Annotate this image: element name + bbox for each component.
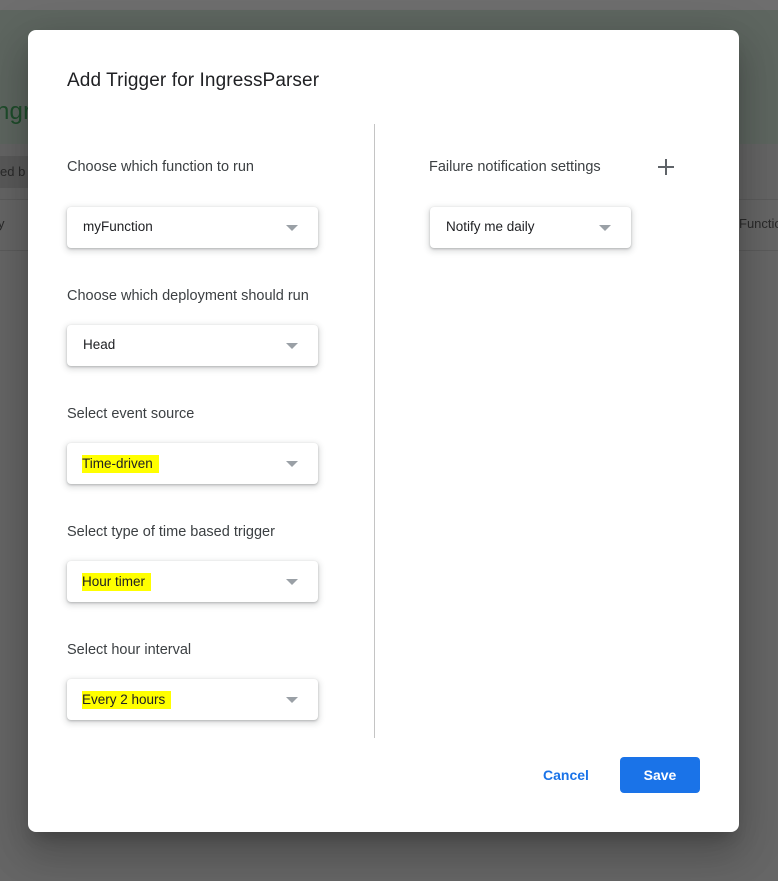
dropdown-arrow-icon [286, 697, 298, 703]
hour-interval-label: Select hour interval [67, 642, 192, 658]
trigger-type-select-value: Hour timer [82, 573, 152, 591]
background-project-title: ngr [0, 98, 32, 125]
cancel-button[interactable]: Cancel [520, 758, 612, 792]
dropdown-arrow-icon [599, 225, 611, 231]
function-select[interactable]: myFunction [67, 207, 318, 248]
function-select-value: myFunction [83, 219, 153, 234]
save-button[interactable]: Save [620, 757, 700, 793]
dropdown-arrow-icon [286, 343, 298, 349]
dropdown-arrow-icon [286, 225, 298, 231]
trigger-type-label: Select type of time based trigger [67, 524, 275, 540]
column-divider [374, 124, 375, 738]
trigger-type-select[interactable]: Hour timer [67, 561, 318, 602]
deployment-label: Choose which deployment should run [67, 288, 309, 304]
failure-notification-label: Failure notification settings [429, 159, 601, 175]
event-source-select[interactable]: Time-driven [67, 443, 318, 484]
deployment-select-value: Head [83, 337, 116, 352]
dropdown-arrow-icon [286, 461, 298, 467]
background-column-function: Functio [739, 216, 778, 231]
hour-interval-select-value: Every 2 hours [82, 691, 172, 709]
dropdown-arrow-icon [286, 579, 298, 585]
failure-notification-select-value: Notify me daily [446, 219, 535, 234]
plus-icon[interactable] [656, 157, 676, 177]
event-source-select-value: Time-driven [82, 455, 159, 473]
function-label: Choose which function to run [67, 159, 254, 175]
background-filter-chip: ed b [0, 156, 30, 188]
background-column-left: y [0, 216, 5, 231]
event-source-label: Select event source [67, 406, 195, 422]
failure-notification-select[interactable]: Notify me daily [430, 207, 631, 248]
hour-interval-select[interactable]: Every 2 hours [67, 679, 318, 720]
background-top-bar [0, 0, 778, 10]
add-trigger-dialog: Add Trigger for IngressParser Choose whi… [28, 30, 739, 832]
dialog-title: Add Trigger for IngressParser [67, 70, 320, 91]
deployment-select[interactable]: Head [67, 325, 318, 366]
